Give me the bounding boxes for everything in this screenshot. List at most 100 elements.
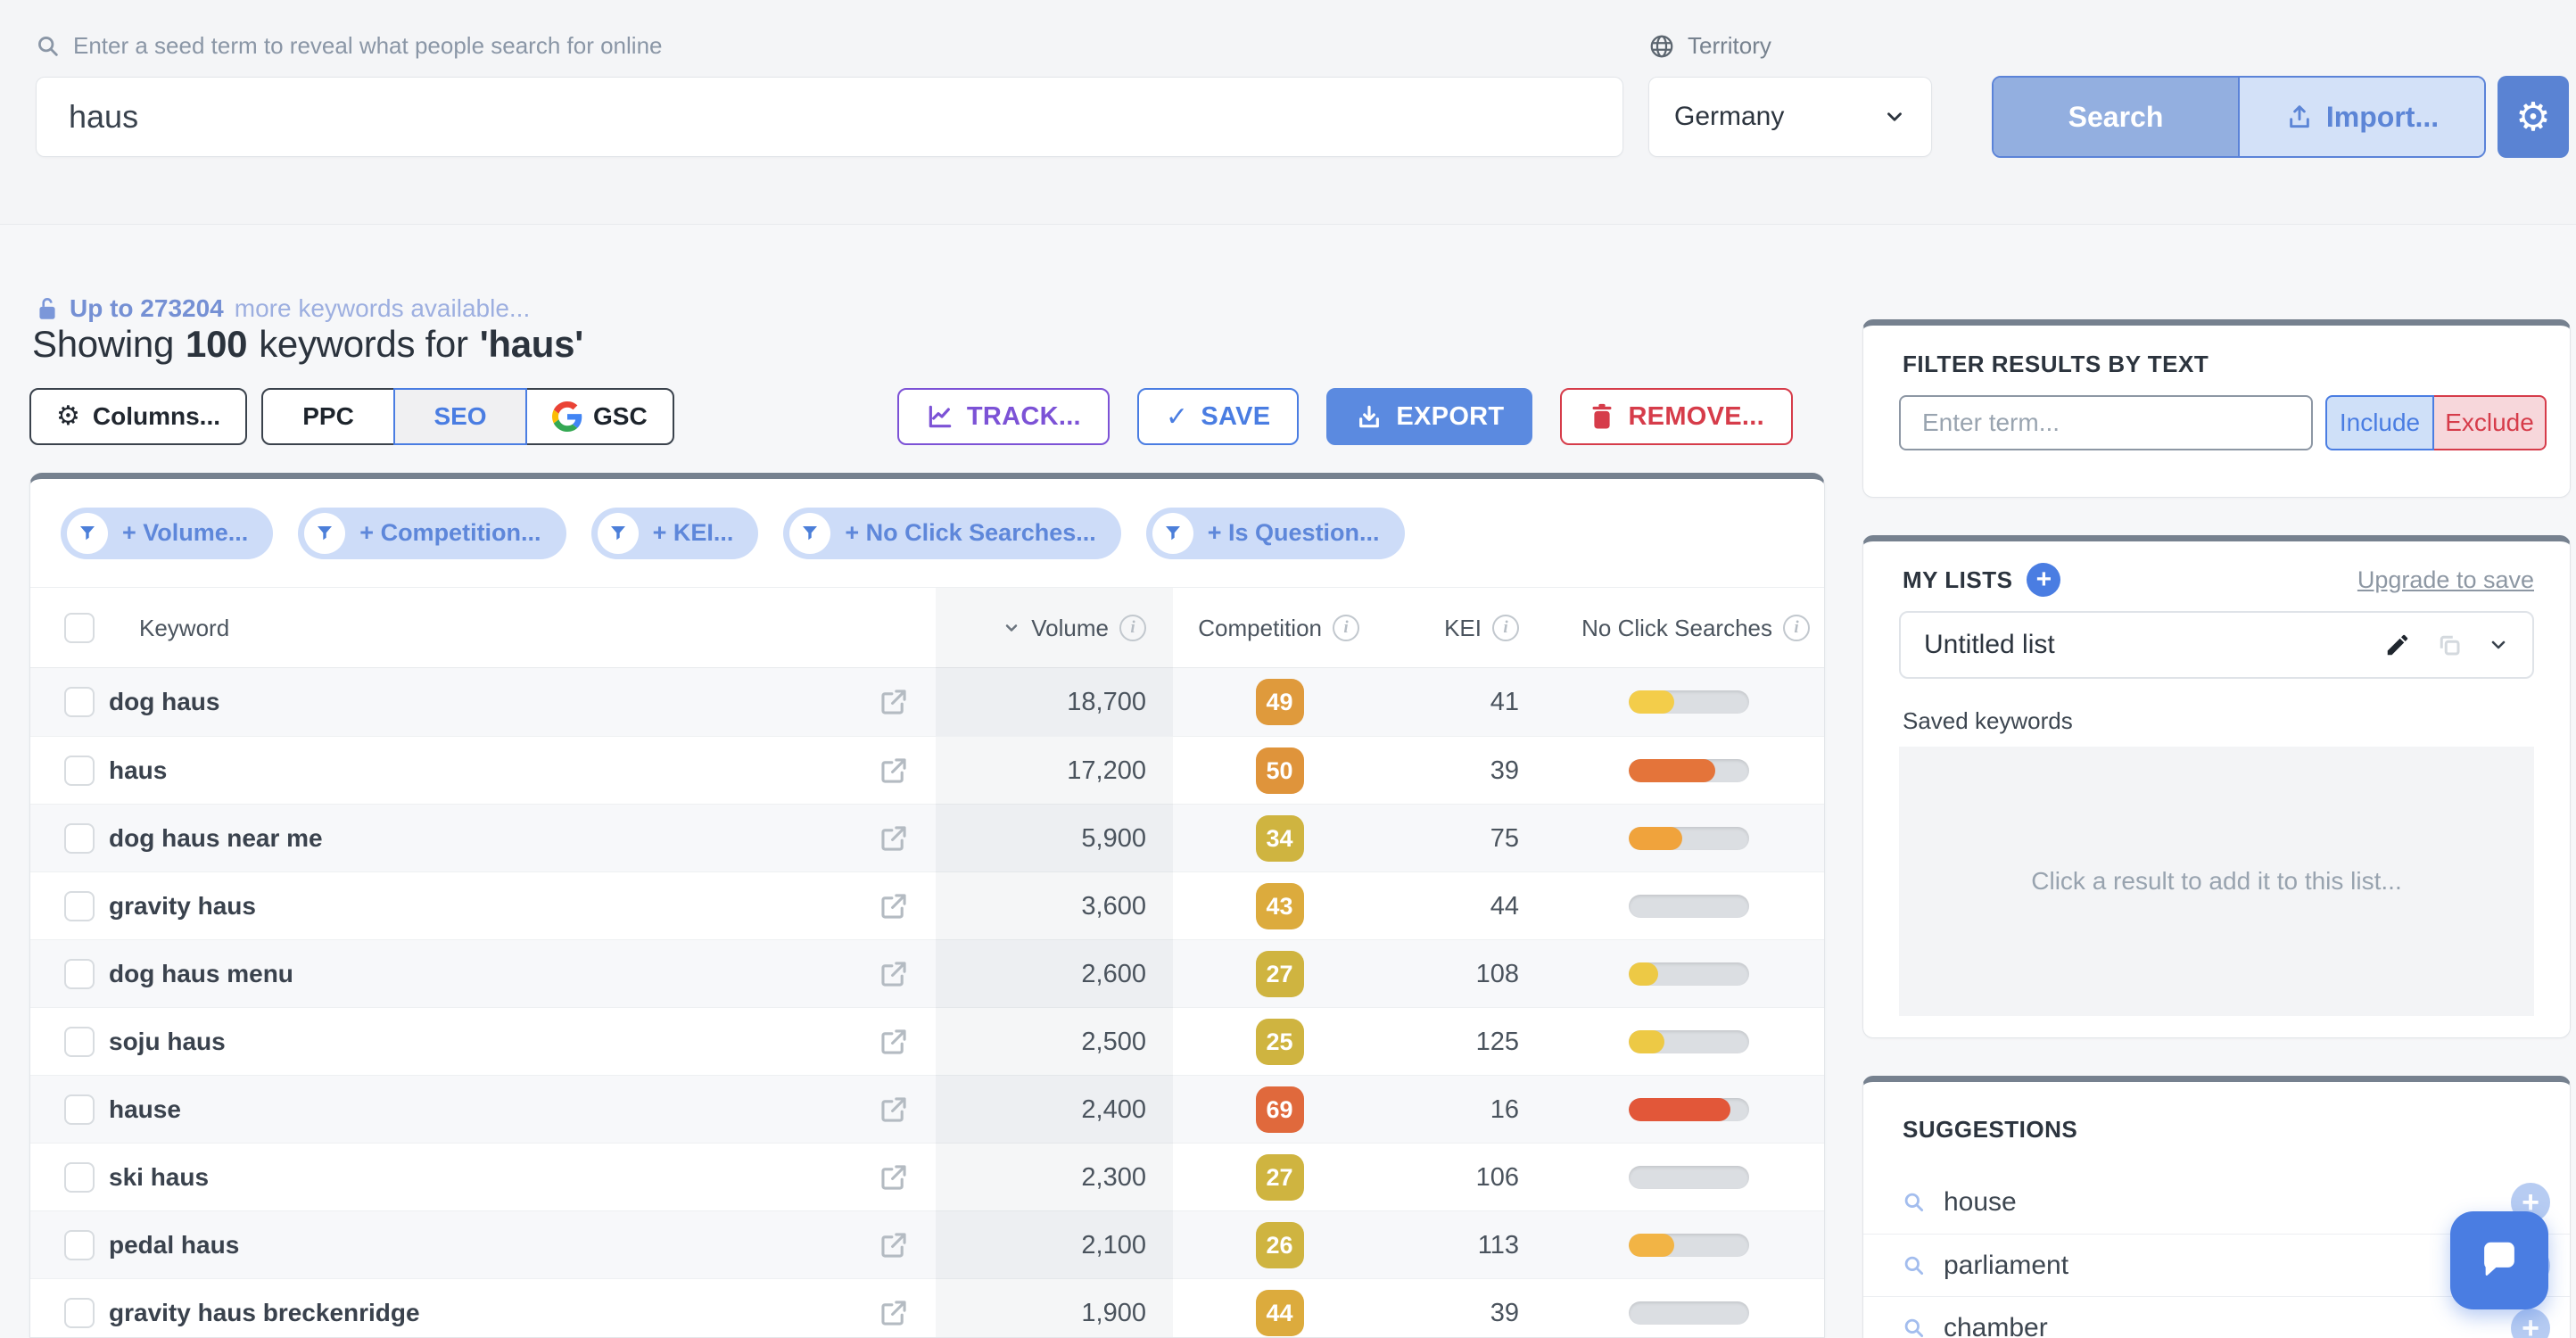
table-row[interactable]: haus 17,200 50 39	[30, 736, 1824, 804]
select-all-checkbox[interactable]	[64, 613, 95, 643]
tab-gsc[interactable]: GSC	[525, 388, 674, 445]
include-button[interactable]: Include	[2325, 395, 2434, 450]
info-icon[interactable]: i	[1119, 615, 1146, 641]
filter-term-input[interactable]	[1899, 395, 2313, 450]
table-row[interactable]: dog haus menu 2,600 27 108	[30, 939, 1824, 1007]
upload-icon	[2285, 103, 2314, 131]
edit-pencil-icon[interactable]	[2384, 632, 2411, 658]
filter-chip-kei[interactable]: + KEI...	[591, 508, 759, 559]
info-icon[interactable]: i	[1333, 615, 1359, 641]
seed-input[interactable]	[36, 77, 1623, 157]
external-link-icon[interactable]	[879, 1298, 909, 1328]
row-checkbox[interactable]	[64, 687, 95, 717]
filter-chip-volume[interactable]: + Volume...	[61, 508, 273, 559]
external-link-icon[interactable]	[879, 1094, 909, 1125]
filter-chip-is-question[interactable]: + Is Question...	[1146, 508, 1405, 559]
copy-icon[interactable]	[2436, 632, 2463, 658]
tab-ppc[interactable]: PPC	[261, 388, 395, 445]
competition-badge: 69	[1256, 1086, 1304, 1133]
keyword-text: dog haus menu	[109, 960, 293, 988]
exclude-button[interactable]: Exclude	[2434, 395, 2547, 450]
chevron-down-icon[interactable]	[2488, 634, 2509, 656]
filter-chip-no-click-searches[interactable]: + No Click Searches...	[783, 508, 1120, 559]
chat-launcher-button[interactable]	[2450, 1211, 2548, 1309]
export-button[interactable]: EXPORT	[1326, 388, 1532, 445]
info-icon[interactable]: i	[1492, 615, 1519, 641]
no-click-searches-bar	[1629, 1166, 1749, 1189]
kei-value: 113	[1478, 1231, 1519, 1260]
info-icon[interactable]: i	[1783, 615, 1810, 641]
gear-icon: ⚙	[56, 403, 80, 430]
no-click-searches-bar	[1629, 827, 1749, 850]
column-keyword[interactable]: Keyword	[139, 615, 229, 642]
territory-field-label: Territory	[1648, 32, 1771, 60]
save-button[interactable]: ✓ SAVE	[1137, 388, 1299, 445]
toolbar-actions: TRACK... ✓ SAVE EXPORT REMOVE...	[897, 388, 1793, 445]
column-competition[interactable]: Competition i	[1173, 588, 1386, 668]
seed-label-text: Enter a seed term to reveal what people …	[73, 32, 663, 60]
table-row[interactable]: ski haus 2,300 27 106	[30, 1143, 1824, 1210]
kei-value: 106	[1476, 1163, 1519, 1193]
upsell-count: Up to 273204	[70, 294, 224, 323]
add-suggestion-button[interactable]: +	[2511, 1309, 2550, 1338]
list-selector[interactable]: Untitled list	[1899, 611, 2534, 679]
table-row[interactable]: pedal haus 2,100 26 113	[30, 1210, 1824, 1278]
table-row[interactable]: soju haus 2,500 25 125	[30, 1007, 1824, 1075]
row-checkbox[interactable]	[64, 1298, 95, 1328]
external-link-icon[interactable]	[879, 1230, 909, 1260]
row-checkbox[interactable]	[64, 959, 95, 989]
download-icon	[1355, 402, 1383, 431]
external-link-icon[interactable]	[879, 891, 909, 921]
row-checkbox[interactable]	[64, 823, 95, 854]
row-checkbox[interactable]	[64, 891, 95, 921]
table-row[interactable]: gravity haus breckenridge 1,900 44 39	[30, 1278, 1824, 1338]
columns-button[interactable]: ⚙ Columns...	[29, 388, 247, 445]
external-link-icon[interactable]	[879, 959, 909, 989]
search-icon	[1903, 1317, 1926, 1338]
filter-chip-competition[interactable]: + Competition...	[298, 508, 566, 559]
kei-value: 75	[1490, 824, 1519, 854]
tab-seo[interactable]: SEO	[393, 388, 527, 445]
competition-badge: 25	[1256, 1019, 1304, 1065]
external-link-icon[interactable]	[879, 756, 909, 786]
sort-desc-icon	[1003, 619, 1020, 637]
territory-select[interactable]: Germany	[1648, 77, 1932, 157]
column-no-click-searches[interactable]: No Click Searches i	[1553, 588, 1824, 668]
track-button[interactable]: TRACK...	[897, 388, 1110, 445]
upgrade-to-save-link[interactable]: Upgrade to save	[2357, 566, 2534, 594]
keywords-available-banner[interactable]: Up to 273204 more keywords available...	[36, 294, 530, 323]
table-row[interactable]: dog haus near me 5,900 34 75	[30, 804, 1824, 871]
column-kei[interactable]: KEI i	[1386, 588, 1553, 668]
search-button[interactable]: Search	[1994, 78, 2238, 156]
settings-button[interactable]: ⚙	[2498, 76, 2569, 158]
speech-bubble-icon	[2475, 1236, 2523, 1284]
keyword-text: soju haus	[109, 1028, 226, 1056]
keyword-text: ski haus	[109, 1163, 209, 1192]
kei-value: 16	[1490, 1095, 1519, 1125]
row-checkbox[interactable]	[64, 1027, 95, 1057]
external-link-icon[interactable]	[879, 823, 909, 854]
row-checkbox[interactable]	[64, 1230, 95, 1260]
column-volume[interactable]: Volume i	[936, 588, 1173, 668]
external-link-icon[interactable]	[879, 687, 909, 717]
no-click-searches-bar	[1629, 1234, 1749, 1257]
remove-button[interactable]: REMOVE...	[1560, 388, 1793, 445]
top-search-bar: Enter a seed term to reveal what people …	[0, 0, 2576, 225]
competition-badge: 26	[1256, 1222, 1304, 1268]
table-row[interactable]: dog haus 18,700 49 41	[30, 668, 1824, 736]
row-checkbox[interactable]	[64, 1094, 95, 1125]
funnel-icon	[598, 513, 639, 554]
row-checkbox[interactable]	[64, 1162, 95, 1193]
row-checkbox[interactable]	[64, 756, 95, 786]
external-link-icon[interactable]	[879, 1027, 909, 1057]
add-list-button[interactable]: +	[2027, 563, 2060, 597]
app: Enter a seed term to reveal what people …	[0, 0, 2576, 1338]
competition-badge: 34	[1256, 815, 1304, 862]
external-link-icon[interactable]	[879, 1162, 909, 1193]
chart-line-icon	[926, 402, 954, 431]
import-button[interactable]: Import...	[2238, 78, 2484, 156]
funnel-icon	[789, 513, 830, 554]
table-row[interactable]: hause 2,400 69 16	[30, 1075, 1824, 1143]
table-row[interactable]: gravity haus 3,600 43 44	[30, 871, 1824, 939]
check-icon: ✓	[1166, 401, 1188, 433]
